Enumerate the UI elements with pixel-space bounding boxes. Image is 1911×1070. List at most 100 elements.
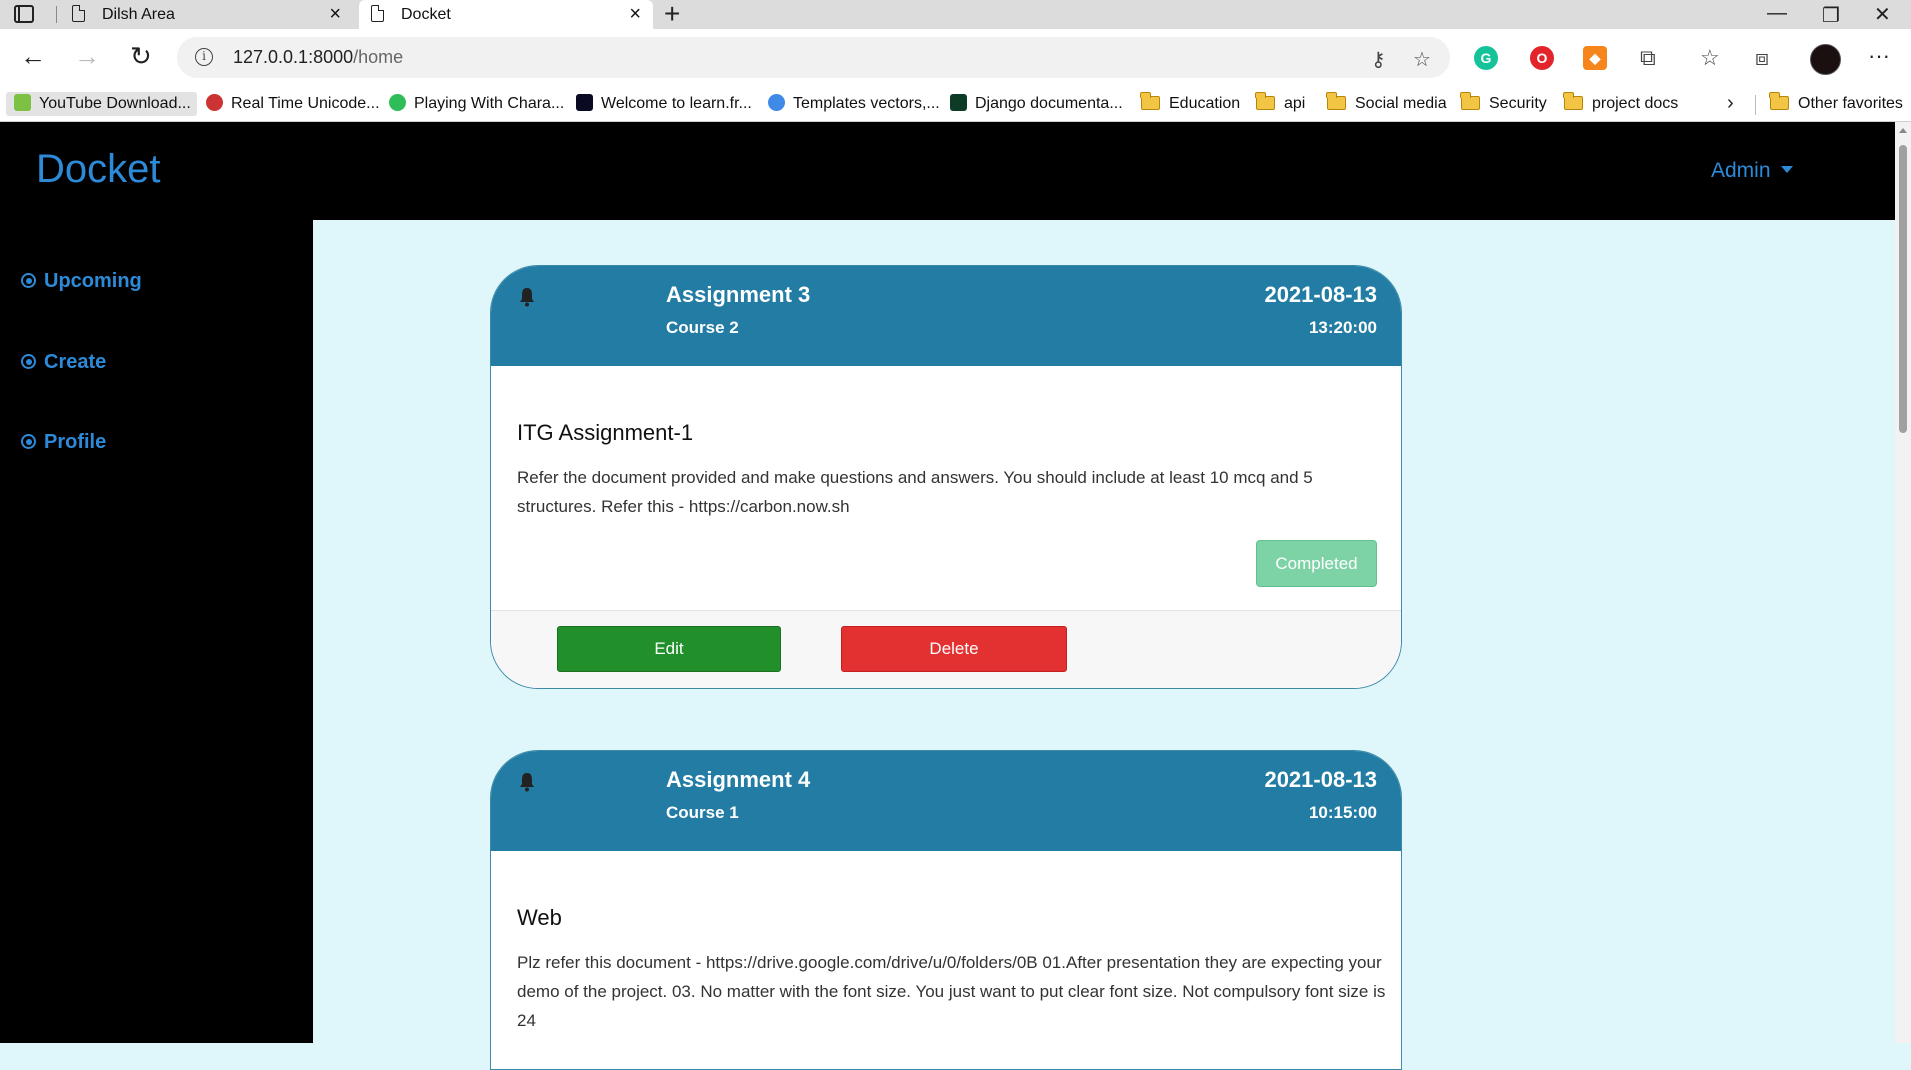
close-tab-icon[interactable]: × (329, 3, 341, 26)
code-icon (576, 94, 593, 111)
assignment-description: Refer the document provided and make que… (517, 468, 1313, 516)
bookmark-django-docs[interactable]: Django documenta... (950, 92, 1123, 116)
unicode-icon (206, 94, 223, 111)
url-host: 127.0.0.1:8000 (233, 47, 354, 67)
bookmarks-bar: YouTube Download... Real Time Unicode...… (0, 87, 1911, 122)
download-icon (14, 94, 31, 111)
bookmark-learn-freecodecamp[interactable]: Welcome to learn.fr... (576, 92, 752, 116)
assignment-title: Assignment 3 (666, 282, 811, 307)
bookmark-other-favorites[interactable]: Other favorites (1769, 92, 1903, 116)
bookmark-folder-api[interactable]: api (1255, 92, 1306, 116)
sidebar-item-label: Profile (44, 431, 107, 453)
adblock-icon[interactable]: O (1530, 46, 1554, 70)
tab-docket[interactable]: Docket × (359, 0, 653, 29)
delete-button[interactable]: Delete (841, 626, 1067, 672)
sidebar-item-label: Create (44, 351, 107, 373)
folder-icon (1326, 92, 1346, 110)
assignment-card: Assignment 3 Course 2 2021-08-13 13:20:0… (490, 265, 1402, 689)
bookmark-label: Real Time Unicode... (231, 95, 380, 112)
app-navbar: Docket Admin (0, 122, 1895, 220)
page-scrollbar[interactable] (1895, 122, 1911, 1043)
sidebar: Upcoming Create Profile (0, 220, 313, 1043)
favorites-icon[interactable]: ☆ (1700, 45, 1720, 71)
bookmark-label: Education (1169, 95, 1241, 112)
more-icon[interactable]: ··· (1868, 43, 1890, 69)
grammarly-icon[interactable]: G (1474, 46, 1498, 70)
admin-dropdown[interactable]: Admin (1711, 159, 1793, 183)
page-icon (72, 5, 85, 22)
scroll-thumb[interactable] (1899, 145, 1907, 433)
radio-dot-icon (21, 354, 36, 369)
radio-dot-icon (21, 273, 36, 288)
address-bar[interactable]: i 127.0.0.1:8000/home ⚷ ☆ (177, 37, 1450, 78)
assignment-card: Assignment 4 Course 1 2021-08-13 10:15:0… (490, 750, 1402, 1070)
brand-logo[interactable]: Docket (36, 147, 161, 192)
scroll-up-icon[interactable] (1899, 128, 1907, 133)
sidebar-item-profile[interactable]: Profile (21, 431, 106, 454)
assignment-description: Plz refer this document - https://drive.… (517, 953, 1386, 1030)
bell-icon (520, 288, 534, 307)
window-close-icon[interactable]: ✕ (1874, 2, 1891, 27)
close-tab-icon[interactable]: × (629, 3, 641, 26)
assignment-date: 2021-08-13 (1264, 767, 1377, 792)
bookmark-folder-education[interactable]: Education (1140, 92, 1241, 116)
bookmark-label: Templates vectors,... (793, 95, 940, 112)
bookmark-folder-security[interactable]: Security (1460, 92, 1547, 116)
bookmark-label: Security (1489, 95, 1547, 112)
folder-icon (1140, 92, 1160, 110)
metamask-icon[interactable]: ◆ (1583, 46, 1607, 70)
url-text[interactable]: 127.0.0.1:8000/home (233, 47, 403, 68)
collections-icon[interactable]: ⧈ (1755, 45, 1769, 71)
bookmark-label: Social media (1355, 95, 1447, 112)
forward-icon[interactable]: → (74, 43, 100, 69)
assignment-course: Course 1 (666, 803, 739, 822)
assignment-name: ITG Assignment-1 (517, 420, 694, 445)
extensions-icon[interactable]: ⧉ (1640, 45, 1656, 71)
folder-icon (1769, 92, 1789, 110)
tab-title: Docket (401, 6, 451, 23)
back-icon[interactable]: ← (20, 43, 46, 69)
freepik-icon (768, 94, 785, 111)
folder-icon (1563, 92, 1583, 110)
bell-icon (520, 773, 534, 792)
new-tab-icon[interactable]: + (664, 0, 680, 28)
sidebar-item-upcoming[interactable]: Upcoming (21, 270, 142, 293)
caret-down-icon (1780, 166, 1793, 173)
key-icon[interactable]: ⚷ (1371, 47, 1386, 72)
bookmark-folder-project-docs[interactable]: project docs (1563, 92, 1679, 116)
bookmark-folder-social-media[interactable]: Social media (1326, 92, 1447, 116)
assignment-title: Assignment 4 (666, 767, 811, 792)
add-favorite-icon[interactable]: ☆ (1413, 47, 1431, 72)
card-footer: Edit Delete (491, 610, 1401, 688)
card-header: Assignment 3 Course 2 2021-08-13 13:20:0… (491, 266, 1401, 366)
folder-icon (1255, 92, 1275, 110)
admin-label: Admin (1711, 159, 1771, 182)
bookmark-divider (1755, 95, 1756, 115)
card-header: Assignment 4 Course 1 2021-08-13 10:15:0… (491, 751, 1401, 851)
profile-avatar[interactable] (1810, 44, 1841, 75)
browser-tab-bar: Dilsh Area × Docket × + — ❐ ✕ (0, 0, 1911, 29)
workspaces-icon[interactable] (14, 5, 34, 23)
url-path: /home (353, 47, 404, 67)
bookmark-youtube-download[interactable]: YouTube Download... (6, 92, 197, 116)
chevron-right-icon[interactable]: › (1727, 92, 1734, 115)
tab-dilsh-area[interactable]: Dilsh Area × (60, 0, 353, 29)
bookmark-label: Other favorites (1798, 95, 1903, 112)
bookmark-label: api (1284, 95, 1306, 112)
bookmark-label: YouTube Download... (39, 95, 191, 112)
bookmark-templates-vectors[interactable]: Templates vectors,... (768, 92, 940, 116)
completed-button[interactable]: Completed (1256, 540, 1377, 587)
refresh-icon[interactable]: ↻ (130, 43, 152, 69)
site-info-icon[interactable]: i (195, 48, 213, 66)
tab-title: Dilsh Area (102, 6, 175, 23)
edit-button[interactable]: Edit (557, 626, 781, 672)
restore-icon[interactable]: ❐ (1822, 3, 1840, 28)
minimize-icon[interactable]: — (1767, 2, 1787, 25)
bookmark-playing-with-chara[interactable]: Playing With Chara... (389, 92, 564, 116)
bookmark-unicode[interactable]: Real Time Unicode... (206, 92, 380, 116)
h-logo-icon (389, 94, 406, 111)
bookmark-label: Welcome to learn.fr... (601, 95, 752, 112)
sidebar-item-create[interactable]: Create (21, 351, 106, 374)
page-icon (371, 5, 384, 22)
bookmark-label: project docs (1592, 95, 1679, 112)
